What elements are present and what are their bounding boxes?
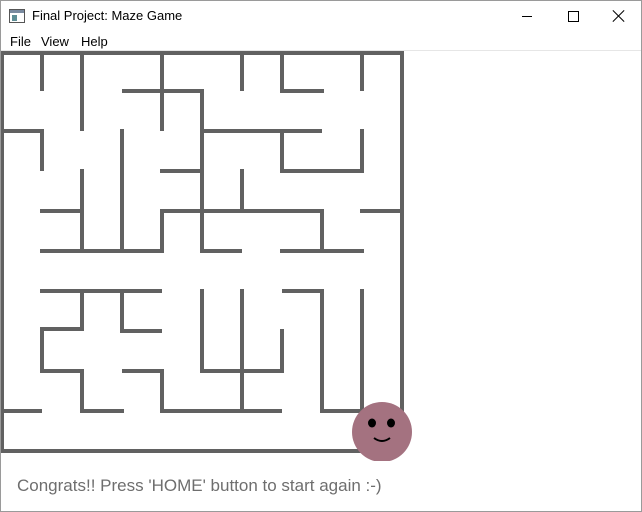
menu-view[interactable]: View <box>41 34 69 49</box>
minimize-button[interactable] <box>504 1 550 31</box>
menu-help[interactable]: Help <box>81 34 108 49</box>
title-bar[interactable]: Final Project: Maze Game <box>1 1 641 31</box>
window-title: Final Project: Maze Game <box>32 8 183 23</box>
smiley-right-eye <box>387 418 395 428</box>
maximize-button[interactable] <box>550 1 596 31</box>
status-message: Congrats!! Press 'HOME' button to start … <box>17 476 382 495</box>
close-icon <box>613 10 625 22</box>
maze-walls <box>1 51 404 453</box>
close-button[interactable] <box>596 1 642 31</box>
app-window: Final Project: Maze Game File View Help <box>0 0 642 512</box>
minimize-icon <box>522 15 532 17</box>
smiley-left-eye <box>368 418 376 428</box>
app-window-icon[interactable] <box>9 9 25 23</box>
menu-file[interactable]: File <box>10 34 31 49</box>
maximize-icon <box>567 10 579 22</box>
maze-board[interactable] <box>1 51 421 461</box>
menu-bar: File View Help <box>1 31 641 51</box>
smiley-face-icon <box>352 402 412 461</box>
player-smiley[interactable] <box>352 402 412 461</box>
